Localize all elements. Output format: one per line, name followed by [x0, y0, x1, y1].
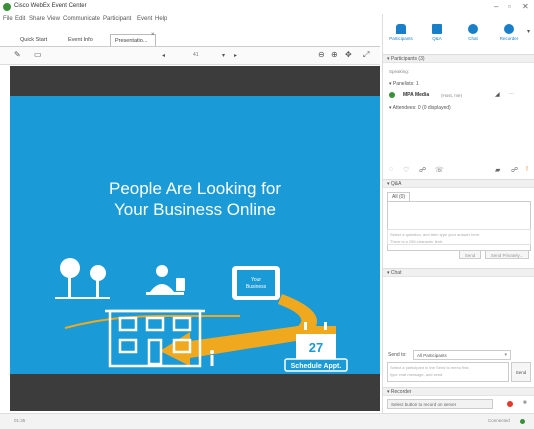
menu-bar: File Edit Share View Communicate Partici…	[0, 14, 380, 26]
host-status-icon	[389, 92, 395, 98]
zoom-in-icon[interactable]: ⊕	[331, 50, 338, 59]
qa-placeholder-2: There is a 256-character limit.	[390, 239, 443, 244]
phone-text-line-1: Your	[251, 277, 261, 283]
close-button[interactable]: ✕	[522, 2, 529, 11]
page-dropdown-icon[interactable]: ▾	[222, 52, 225, 59]
chat-send-button[interactable]: Send	[511, 362, 531, 382]
maximize-button[interactable]: ▫	[508, 2, 511, 11]
page-number[interactable]: 41	[193, 52, 199, 58]
slide-illustration: Your Business 27 Schedule Appt.	[55, 258, 348, 372]
menu-event[interactable]: Event	[137, 16, 152, 22]
qa-send-privately-button[interactable]: Send Privately...	[485, 250, 529, 259]
participants-label: Participants	[389, 36, 413, 41]
attendees-group[interactable]: ▾ Attendees: 0 (0 displayed)	[389, 105, 451, 111]
alert-icon[interactable]: !	[526, 166, 528, 173]
stop-icon[interactable]: ■	[523, 400, 527, 406]
chat-icon	[468, 24, 478, 34]
qa-label: Q&A	[432, 36, 442, 41]
video-icon[interactable]: ▰	[495, 166, 500, 174]
chat-history	[387, 279, 531, 349]
menu-communicate[interactable]: Communicate	[63, 16, 100, 22]
presentation-viewer: People Are Looking for Your Business Onl…	[10, 66, 380, 411]
menu-share[interactable]: Share	[29, 16, 45, 22]
presentation-slide: People Are Looking for Your Business Onl…	[10, 96, 380, 374]
tab-presentation-label: Presentatio...	[115, 38, 148, 44]
panel-options-icon[interactable]: ▾	[527, 28, 530, 35]
add-person-icon[interactable]: ☍	[419, 166, 426, 174]
menu-edit[interactable]: Edit	[15, 16, 25, 22]
connection-status: Connected	[488, 418, 510, 423]
previous-page-button[interactable]: ◂	[162, 52, 165, 59]
tab-quick-start[interactable]: Quick Start	[16, 34, 51, 46]
mic-icon[interactable]: ⋯	[509, 91, 514, 97]
recorder-text: Select button to record on server	[391, 402, 457, 407]
qa-placeholder-1: Select a question, and then type your an…	[390, 232, 481, 237]
participants-panel-button[interactable]: Participants	[389, 24, 413, 41]
raise-hand-icon[interactable]: ♡	[403, 166, 409, 174]
tab-presentation[interactable]: Presentatio...	[110, 34, 156, 46]
send-to-value: All Participants	[417, 353, 447, 358]
chat-label: Chat	[468, 36, 478, 41]
connected-icon	[520, 419, 525, 424]
presentation-toolbar: ✎ ▭ ◂ 41 ▾ ▸ ⊖ ⊕ ✥ ⤢	[0, 47, 380, 65]
fullscreen-icon[interactable]: ⤢	[363, 50, 369, 60]
chevron-down-icon: ▾	[504, 352, 507, 358]
zoom-out-icon[interactable]: ⊖	[318, 50, 325, 59]
chat-message-input[interactable]: Select a participant in the Send to menu…	[387, 362, 509, 382]
participant-name[interactable]: MPA Media	[403, 92, 429, 98]
schedule-label: Schedule Appt.	[291, 363, 342, 370]
recorder-icon	[504, 24, 514, 34]
small-person-icon	[210, 350, 214, 366]
speaking-label: Speaking:	[389, 69, 410, 74]
chat-panel-button[interactable]: Chat	[461, 24, 485, 41]
record-button[interactable]	[507, 401, 513, 407]
recorder-status: Select button to record on server	[387, 399, 493, 409]
menu-help[interactable]: Help	[155, 16, 167, 22]
recorder-label: Recorder	[499, 36, 519, 41]
calendar-day: 27	[309, 340, 323, 355]
q-and-a-icon	[432, 24, 442, 34]
menu-file[interactable]: File	[3, 16, 13, 22]
webex-logo-icon	[3, 3, 11, 11]
tab-bar: Quick Start Event Info Presentatio... ×	[0, 32, 380, 46]
mute-icon[interactable]: ◌	[389, 166, 393, 173]
qa-panel-button[interactable]: Q&A	[425, 24, 449, 41]
menu-participant[interactable]: Participant	[103, 16, 131, 22]
next-page-button[interactable]: ▸	[234, 52, 237, 59]
phone-text-line-2: Business	[246, 284, 267, 290]
phone-icon	[232, 266, 280, 300]
window-title: Cisco WebEx Event Center	[14, 3, 87, 9]
participant-role: (Host, me)	[441, 93, 463, 98]
send-to-label: Send to:	[388, 352, 407, 358]
send-to-dropdown[interactable]: All Participants ▾	[413, 350, 511, 360]
menu-view[interactable]: View	[47, 16, 60, 22]
fit-page-icon[interactable]: ✥	[345, 50, 352, 59]
qa-header[interactable]: ▾ Q&A	[383, 179, 534, 188]
tree-icon	[55, 258, 110, 299]
panelists-group[interactable]: ▾ Panelists: 1	[389, 81, 419, 87]
side-panel: Participants Q&A Chat Recorder ▾ ▾ Parti…	[382, 14, 534, 413]
pen-icon[interactable]: ✎	[14, 50, 21, 59]
qa-send-button[interactable]: Send	[459, 250, 481, 259]
title-bar: Cisco WebEx Event Center – ▫ ✕	[0, 0, 534, 14]
session-time: 01:35	[14, 418, 26, 423]
minimize-button[interactable]: –	[494, 2, 498, 11]
thumbnail-icon[interactable]: ▭	[34, 50, 42, 59]
phone-call-icon[interactable]: ☏	[435, 166, 444, 174]
tab-event-info[interactable]: Event Info	[64, 34, 97, 46]
recorder-panel-button[interactable]: Recorder	[497, 24, 521, 41]
status-bar: 01:35 Connected	[0, 413, 534, 429]
chat-placeholder-2: type chat message, and send.	[390, 372, 444, 377]
chat-placeholder-1: Select a participant in the Send to menu…	[390, 365, 470, 370]
participants-icon	[396, 24, 406, 34]
person-icon	[146, 265, 185, 295]
tab-close-icon[interactable]: ×	[151, 32, 155, 38]
qa-answer-field[interactable]: Select a question, and then type your an…	[387, 229, 531, 245]
presenter-icon[interactable]: ☍	[511, 166, 518, 174]
participants-header[interactable]: ▾ Participants (3)	[383, 54, 534, 63]
signal-icon: ◢	[495, 92, 500, 98]
chat-header[interactable]: ▾ Chat	[383, 268, 534, 277]
recorder-header[interactable]: ▾ Recorder	[383, 387, 534, 396]
